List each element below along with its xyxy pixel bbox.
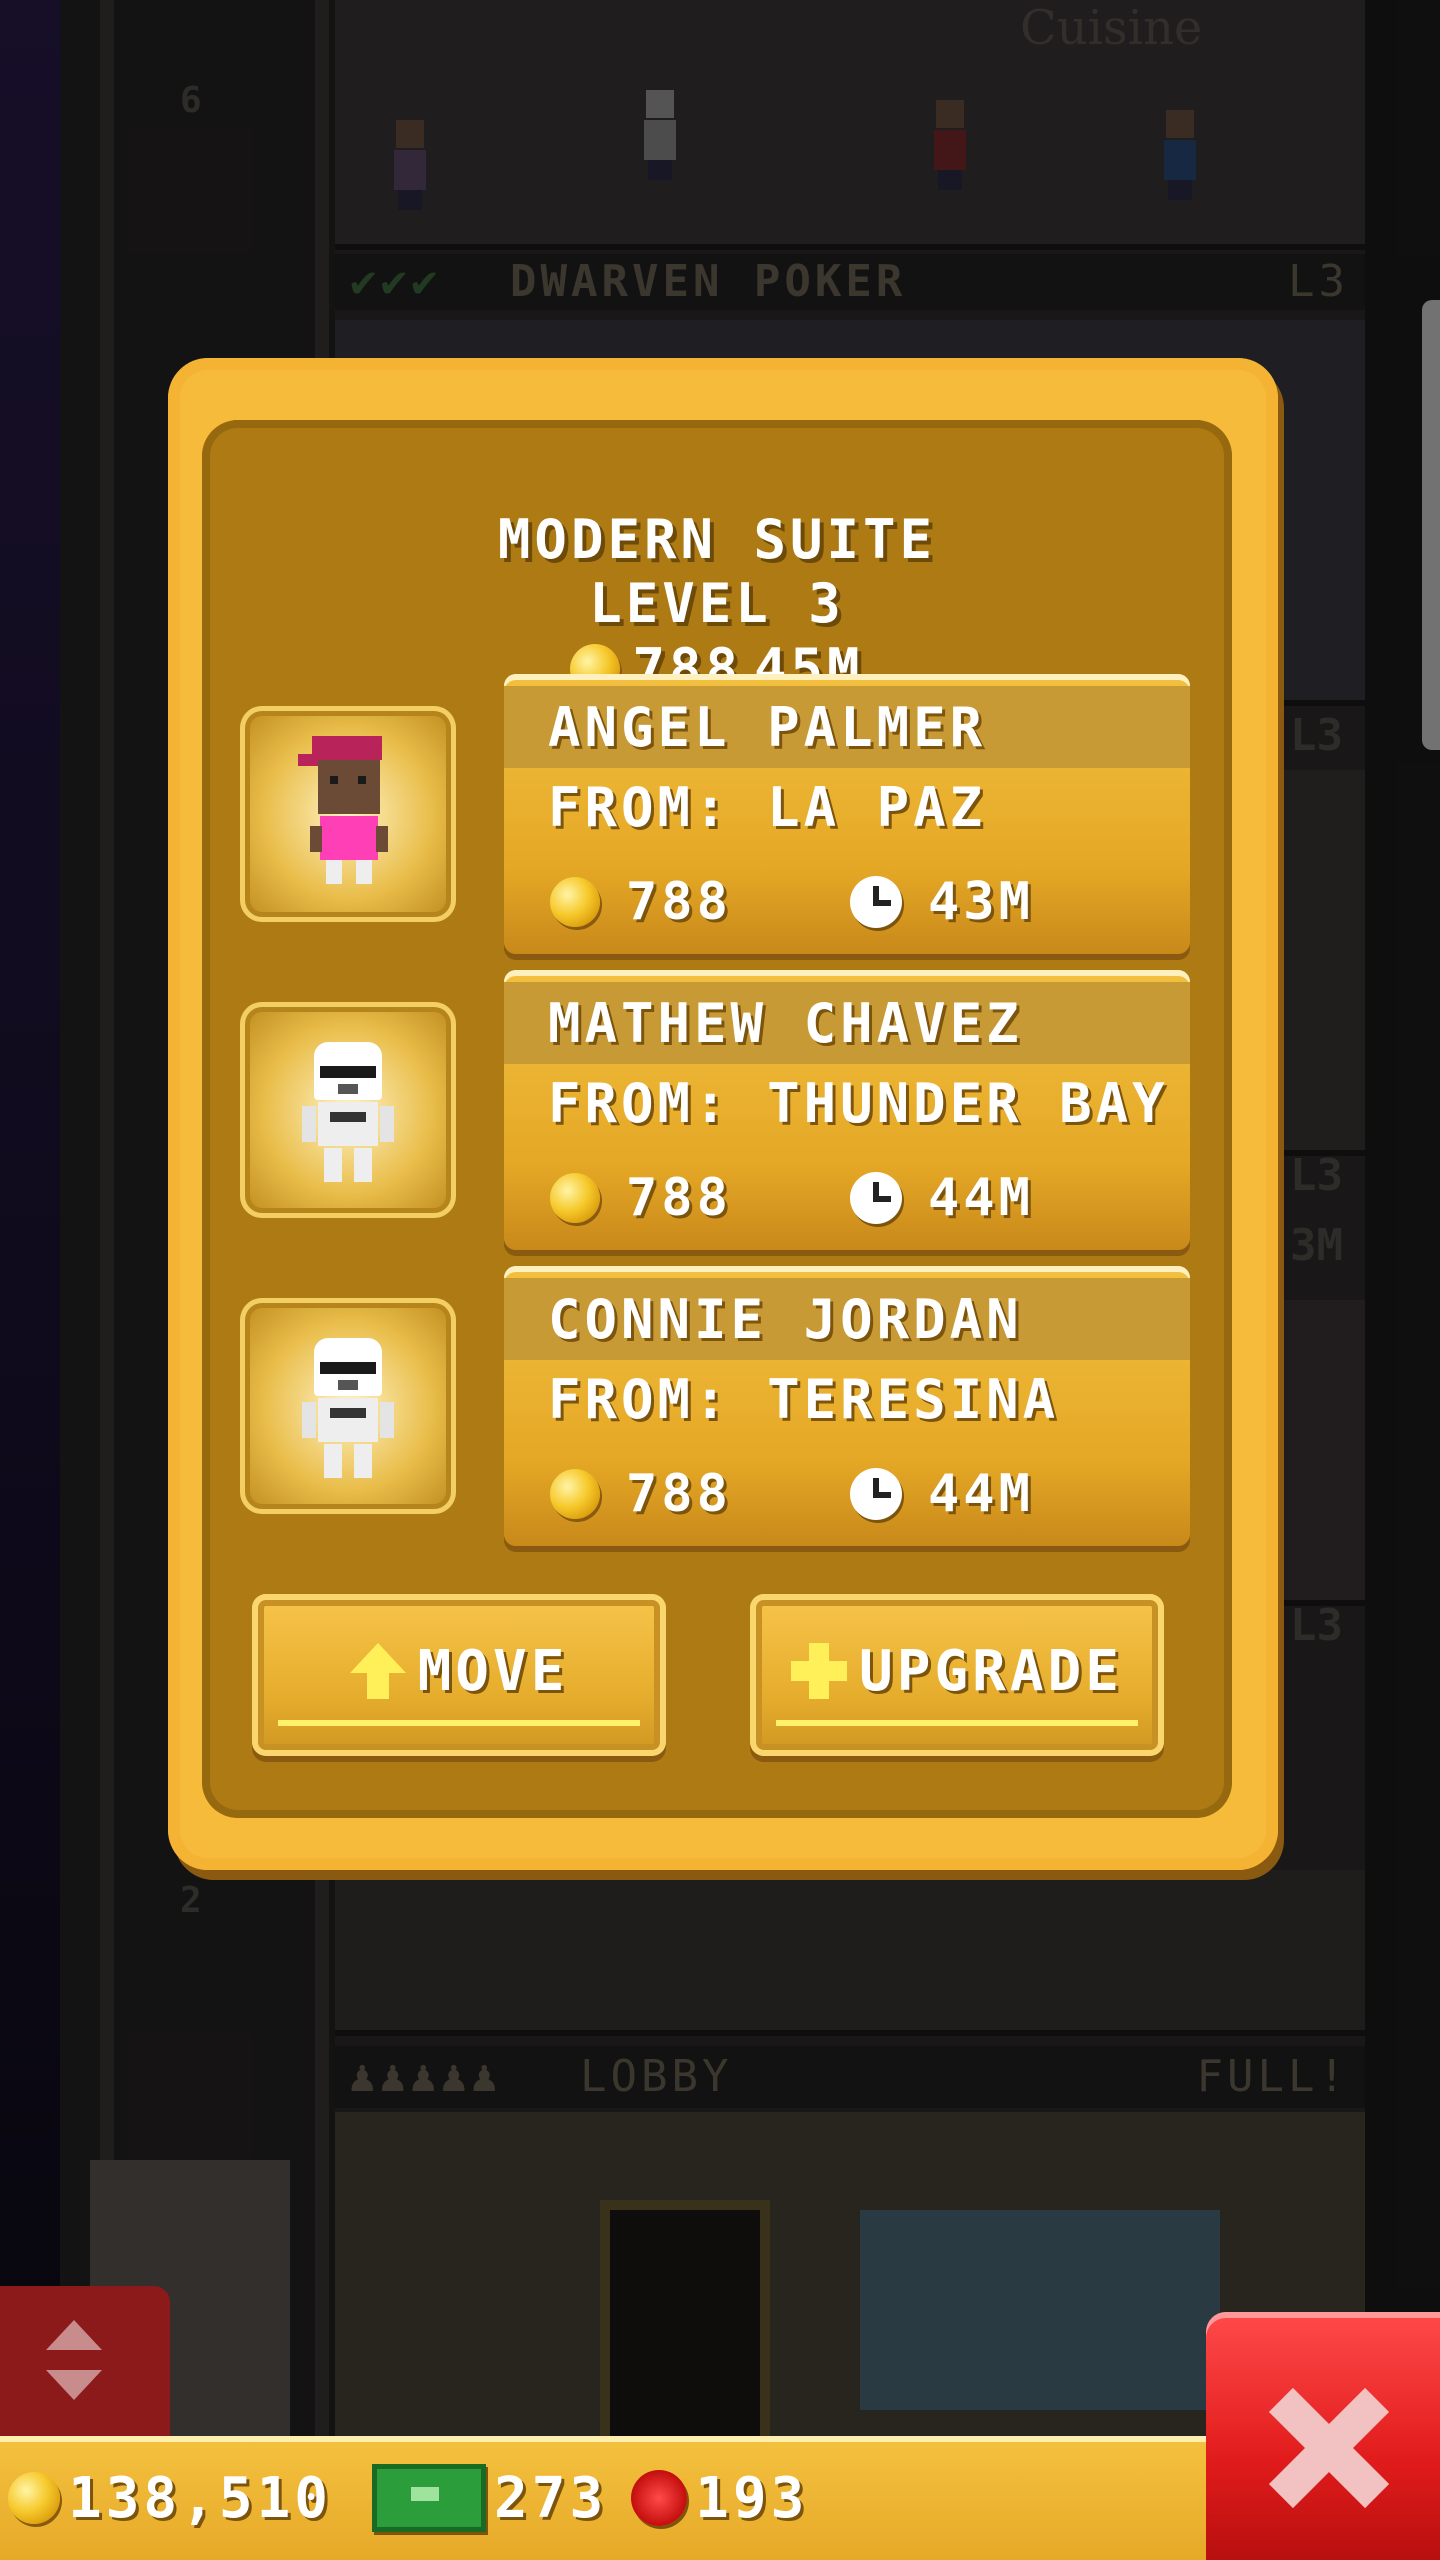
move-label: MOVE <box>417 1638 569 1704</box>
bux-counter: 193 <box>631 2466 808 2531</box>
guest-name: ANGEL PALMER <box>548 696 987 759</box>
clock-icon <box>850 1468 902 1520</box>
room-title: MODERN SUITE <box>497 508 937 571</box>
room-info-dialog: MODERN SUITE LEVEL 3 788 45M ANGEL PALME… <box>168 358 1278 1870</box>
guest-avatar-frame[interactable] <box>240 1298 456 1514</box>
cash-value: 273 <box>494 2465 608 2531</box>
close-icon <box>1268 2388 1388 2508</box>
arrow-down-icon <box>46 2370 102 2400</box>
guest-coins-value: 788 <box>626 1168 732 1228</box>
clock-icon <box>850 876 902 928</box>
guest-name: MATHEW CHAVEZ <box>548 992 1023 1055</box>
upgrade-button-content: UPGRADE <box>776 1622 1138 1726</box>
guest-origin: FROM: LA PAZ <box>548 776 987 839</box>
arrow-up-icon <box>349 1643 406 1699</box>
guest-name: CONNIE JORDAN <box>548 1288 1023 1351</box>
guest-coins-value: 788 <box>626 872 732 932</box>
upgrade-label: UPGRADE <box>858 1638 1123 1704</box>
avatar-stormtrooper <box>298 1032 398 1192</box>
avatar-pink-cap-girl <box>298 736 398 896</box>
guest-coins: 788 <box>550 1462 732 1526</box>
room-level: LEVEL 3 <box>589 572 845 635</box>
guest-time-value: 43M <box>928 872 1034 932</box>
guest-coins: 788 <box>550 870 732 934</box>
guest-origin: FROM: THUNDER BAY <box>548 1072 1169 1135</box>
move-button-content: MOVE <box>278 1622 640 1726</box>
coin-icon <box>550 1469 600 1519</box>
bux-value: 193 <box>695 2465 809 2531</box>
guest-card[interactable]: MATHEW CHAVEZ FROM: THUNDER BAY 788 44M <box>504 970 1190 1250</box>
guest-coins-value: 788 <box>626 1464 732 1524</box>
guest-coins: 788 <box>550 1166 732 1230</box>
close-button[interactable] <box>1206 2312 1440 2560</box>
move-button[interactable]: MOVE <box>252 1594 666 1756</box>
guest-card[interactable]: CONNIE JORDAN FROM: TERESINA 788 44M <box>504 1266 1190 1546</box>
elevator-button[interactable] <box>0 2286 170 2436</box>
dialog-header: MODERN SUITE LEVEL 3 788 45M <box>202 508 1232 702</box>
coin-icon <box>8 2472 60 2524</box>
guest-time-value: 44M <box>928 1168 1034 1228</box>
coins-value: 138,510 <box>68 2465 333 2531</box>
guest-time-value: 44M <box>928 1464 1034 1524</box>
bux-icon <box>631 2470 688 2526</box>
guest-avatar-frame[interactable] <box>240 706 456 922</box>
currency-bar: 138,510 273 193 <box>0 2436 1218 2560</box>
guest-time: 44M <box>850 1462 1034 1526</box>
cash-counter: 273 <box>372 2464 607 2532</box>
clock-icon <box>850 1172 902 1224</box>
coins-counter: 138,510 <box>8 2466 332 2531</box>
guest-origin: FROM: TERESINA <box>548 1368 1060 1431</box>
guest-time: 43M <box>850 870 1034 934</box>
upgrade-button[interactable]: UPGRADE <box>750 1594 1164 1756</box>
guest-time: 44M <box>850 1166 1034 1230</box>
avatar-stormtrooper <box>298 1328 398 1488</box>
cash-icon <box>372 2464 487 2532</box>
guest-avatar-frame[interactable] <box>240 1002 456 1218</box>
arrow-up-icon <box>46 2320 102 2350</box>
guest-card[interactable]: ANGEL PALMER FROM: LA PAZ 788 43M <box>504 674 1190 954</box>
coin-icon <box>550 877 600 927</box>
plus-icon <box>790 1643 847 1699</box>
coin-icon <box>550 1173 600 1223</box>
